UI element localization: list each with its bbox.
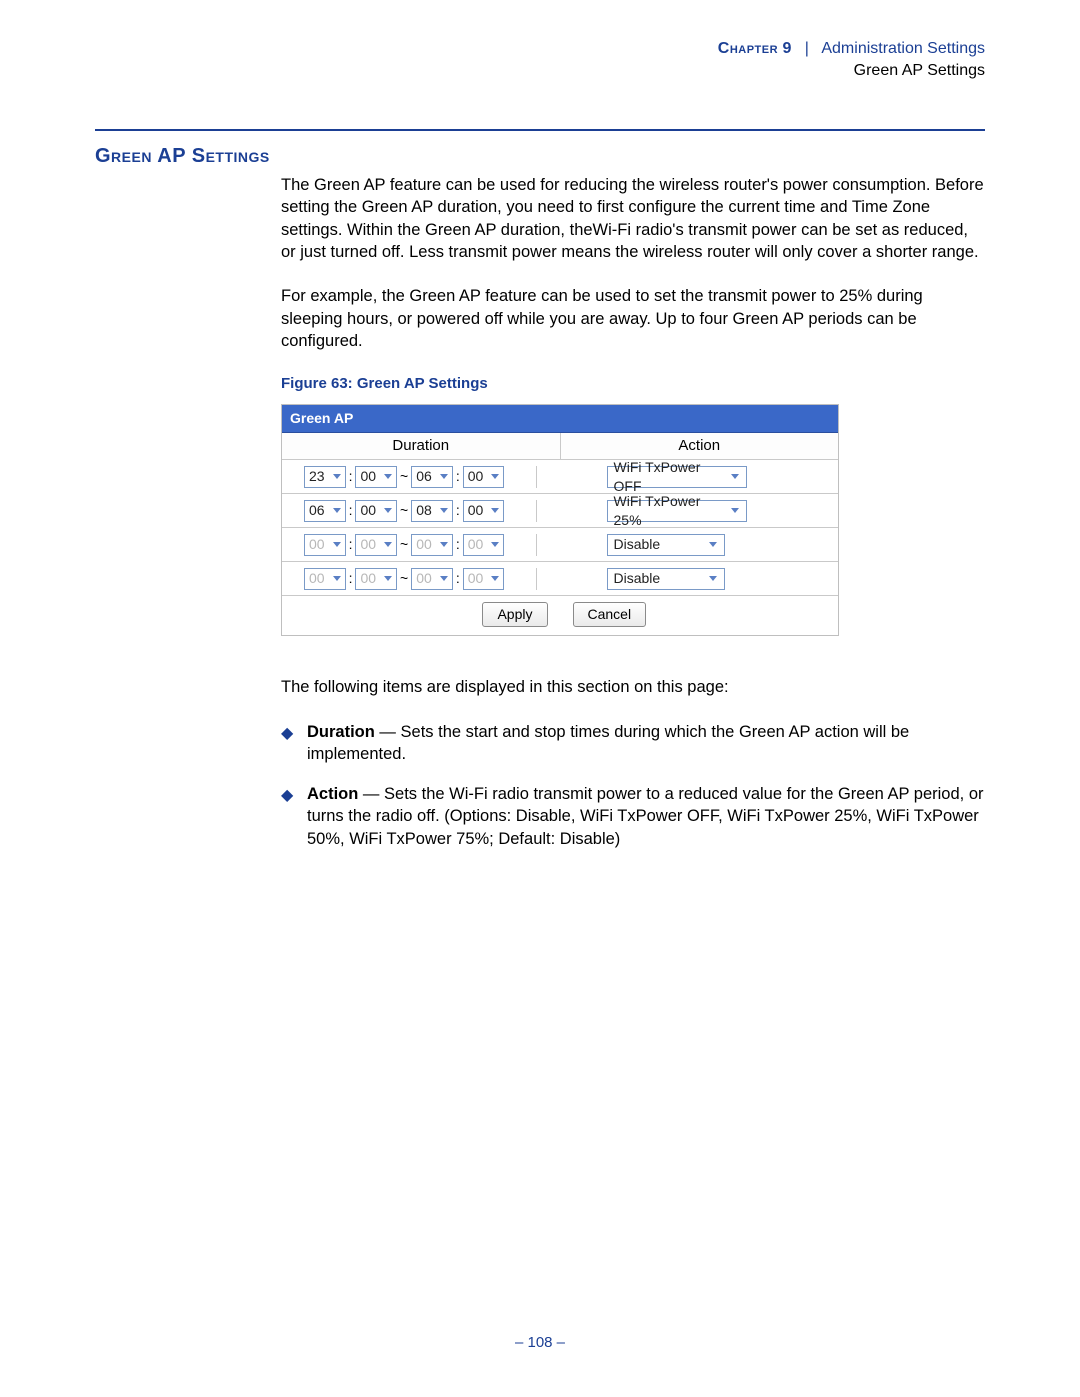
duration-cell: 00 : 00 ~ 00 : 00: [282, 568, 537, 590]
intro-paragraph-2: For example, the Green AP feature can be…: [281, 285, 985, 352]
minute-start-select[interactable]: 00: [355, 500, 397, 522]
minute-end-select[interactable]: 00: [463, 500, 505, 522]
table-row: 00 : 00 ~ 00 : 00 Disable: [282, 528, 838, 562]
section-title: Green AP Settings: [95, 145, 985, 168]
duration-cell: 06 : 00 ~ 08 : 00: [282, 500, 537, 522]
diamond-bullet-icon: ◆: [281, 785, 293, 807]
intro-paragraph-1: The Green AP feature can be used for red…: [281, 174, 985, 263]
duration-cell: 23 : 00 ~ 06 : 00: [282, 466, 537, 488]
tilde-sep: ~: [400, 535, 408, 554]
chevron-down-icon: [440, 508, 448, 513]
header-line2: Green AP Settings: [95, 60, 985, 82]
hour-end-select[interactable]: 00: [411, 534, 453, 556]
colon-sep: :: [349, 535, 353, 554]
chevron-down-icon: [333, 508, 341, 513]
hour-start-select[interactable]: 00: [304, 568, 346, 590]
chevron-down-icon: [333, 474, 341, 479]
duration-cell: 00 : 00 ~ 00 : 00: [282, 534, 537, 556]
minute-start-select[interactable]: 00: [355, 466, 397, 488]
colon-sep: :: [349, 569, 353, 588]
items-list: ◆ Duration — Sets the start and stop tim…: [281, 721, 985, 850]
minute-start-select[interactable]: 00: [355, 534, 397, 556]
action-cell: WiFi TxPower OFF: [537, 466, 839, 488]
colon-sep: :: [349, 467, 353, 486]
chapter-number: 9: [783, 40, 792, 57]
item-text: — Sets the Wi-Fi radio transmit power to…: [307, 785, 984, 848]
colon-sep: :: [349, 501, 353, 520]
items-intro: The following items are displayed in thi…: [281, 676, 985, 698]
col-duration: Duration: [282, 433, 561, 459]
minute-end-select[interactable]: 00: [463, 466, 505, 488]
minute-end-select[interactable]: 00: [463, 534, 505, 556]
col-action: Action: [561, 433, 839, 459]
list-item: ◆ Action — Sets the Wi-Fi radio transmit…: [281, 783, 985, 850]
chevron-down-icon: [333, 542, 341, 547]
chevron-down-icon: [491, 542, 499, 547]
chevron-down-icon: [384, 542, 392, 547]
page-header: Chapter 9 | Administration Settings Gree…: [95, 38, 985, 81]
chevron-down-icon: [440, 474, 448, 479]
diamond-bullet-icon: ◆: [281, 723, 293, 745]
chevron-down-icon: [709, 576, 717, 581]
hour-start-select[interactable]: 00: [304, 534, 346, 556]
colon-sep: :: [456, 535, 460, 554]
button-row: Apply Cancel: [282, 596, 838, 635]
chevron-down-icon: [440, 576, 448, 581]
tilde-sep: ~: [400, 569, 408, 588]
action-select[interactable]: WiFi TxPower 25%: [607, 500, 747, 522]
chevron-down-icon: [731, 508, 739, 513]
table-header-row: Duration Action: [282, 433, 838, 460]
minute-start-select[interactable]: 00: [355, 568, 397, 590]
action-select[interactable]: Disable: [607, 568, 725, 590]
action-cell: Disable: [537, 534, 839, 556]
tilde-sep: ~: [400, 467, 408, 486]
list-item: ◆ Duration — Sets the start and stop tim…: [281, 721, 985, 766]
chevron-down-icon: [384, 508, 392, 513]
table-row: 23 : 00 ~ 06 : 00 WiFi TxPower OFF: [282, 460, 838, 494]
chevron-down-icon: [384, 576, 392, 581]
hour-end-select[interactable]: 08: [411, 500, 453, 522]
cancel-button[interactable]: Cancel: [573, 602, 647, 627]
colon-sep: :: [456, 467, 460, 486]
action-select[interactable]: Disable: [607, 534, 725, 556]
chapter-label: Chapter: [718, 40, 778, 57]
green-ap-screenshot: Green AP Duration Action 23 : 00 ~ 06 : …: [281, 404, 839, 636]
header-rule: [95, 129, 985, 131]
table-row: 00 : 00 ~ 00 : 00 Disable: [282, 562, 838, 596]
minute-end-select[interactable]: 00: [463, 568, 505, 590]
item-label: Action: [307, 785, 358, 803]
hour-end-select[interactable]: 00: [411, 568, 453, 590]
chevron-down-icon: [491, 576, 499, 581]
apply-button[interactable]: Apply: [482, 602, 547, 627]
chevron-down-icon: [491, 474, 499, 479]
item-label: Duration: [307, 723, 375, 741]
chevron-down-icon: [384, 474, 392, 479]
header-divider: |: [796, 40, 818, 57]
colon-sep: :: [456, 569, 460, 588]
chevron-down-icon: [333, 576, 341, 581]
item-text: — Sets the start and stop times during w…: [307, 723, 909, 763]
action-cell: Disable: [537, 568, 839, 590]
tilde-sep: ~: [400, 501, 408, 520]
chevron-down-icon: [709, 542, 717, 547]
colon-sep: :: [456, 501, 460, 520]
hour-start-select[interactable]: 23: [304, 466, 346, 488]
chevron-down-icon: [731, 474, 739, 479]
chevron-down-icon: [491, 508, 499, 513]
action-select[interactable]: WiFi TxPower OFF: [607, 466, 747, 488]
figure-caption: Figure 63: Green AP Settings: [281, 374, 985, 394]
header-line1: Administration Settings: [821, 40, 985, 57]
page-number: – 108 –: [0, 1334, 1080, 1351]
hour-start-select[interactable]: 06: [304, 500, 346, 522]
table-row: 06 : 00 ~ 08 : 00 WiFi TxPower 25%: [282, 494, 838, 528]
action-cell: WiFi TxPower 25%: [537, 500, 839, 522]
hour-end-select[interactable]: 06: [411, 466, 453, 488]
chevron-down-icon: [440, 542, 448, 547]
panel-title: Green AP: [282, 405, 838, 433]
